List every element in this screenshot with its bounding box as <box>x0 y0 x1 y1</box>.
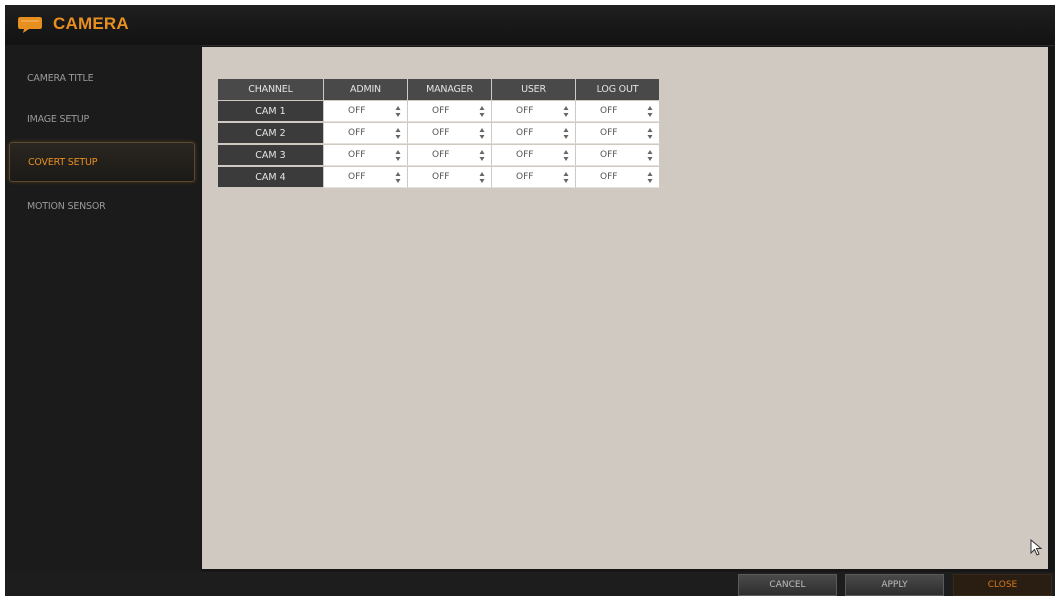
select-value: OFF <box>600 150 618 160</box>
spin-arrows-icon <box>647 106 653 117</box>
close-button[interactable]: CLOSE <box>953 574 1052 596</box>
log-out-select[interactable]: OFF <box>576 145 660 166</box>
channel-label: CAM 3 <box>218 145 324 166</box>
table-header: CHANNEL ADMIN MANAGER USER LOG OUT <box>218 79 660 101</box>
spin-arrows-icon <box>563 150 569 161</box>
manager-select[interactable]: OFF <box>408 145 492 166</box>
manager-select[interactable]: OFF <box>408 123 492 144</box>
spin-arrows-icon <box>647 150 653 161</box>
table-row: CAM 1 OFF OFF OFF OFF <box>218 101 660 123</box>
user-select[interactable]: OFF <box>492 101 576 122</box>
channel-label: CAM 2 <box>218 123 324 144</box>
admin-select[interactable]: OFF <box>324 145 408 166</box>
manager-select[interactable]: OFF <box>408 101 492 122</box>
spin-arrows-icon <box>395 106 401 117</box>
column-header-user: USER <box>492 79 576 100</box>
select-value: OFF <box>516 106 534 116</box>
select-value: OFF <box>432 106 450 116</box>
title-bar: CAMERA <box>5 5 1055 46</box>
select-value: OFF <box>516 150 534 160</box>
select-value: OFF <box>348 172 366 182</box>
user-select[interactable]: OFF <box>492 145 576 166</box>
log-out-select[interactable]: OFF <box>576 101 660 122</box>
select-value: OFF <box>432 128 450 138</box>
spin-arrows-icon <box>647 172 653 183</box>
spin-arrows-icon <box>563 172 569 183</box>
admin-select[interactable]: OFF <box>324 167 408 188</box>
select-value: OFF <box>600 128 618 138</box>
column-header-manager: MANAGER <box>408 79 492 100</box>
select-value: OFF <box>432 150 450 160</box>
user-select[interactable]: OFF <box>492 167 576 188</box>
covert-table: CHANNEL ADMIN MANAGER USER LOG OUT CAM 1… <box>218 79 660 189</box>
table-row: CAM 2 OFF OFF OFF OFF <box>218 123 660 145</box>
sidebar-item-motion-sensor[interactable]: MOTION SENSOR <box>9 187 195 227</box>
select-value: OFF <box>348 106 366 116</box>
spin-arrows-icon <box>647 128 653 139</box>
apply-button[interactable]: APPLY <box>845 574 944 596</box>
spin-arrows-icon <box>563 106 569 117</box>
spin-arrows-icon <box>479 150 485 161</box>
spin-arrows-icon <box>395 150 401 161</box>
spin-arrows-icon <box>395 172 401 183</box>
admin-select[interactable]: OFF <box>324 101 408 122</box>
select-value: OFF <box>516 128 534 138</box>
spin-arrows-icon <box>479 106 485 117</box>
content-panel: CHANNEL ADMIN MANAGER USER LOG OUT CAM 1… <box>202 47 1048 569</box>
column-header-channel: CHANNEL <box>218 79 324 100</box>
log-out-select[interactable]: OFF <box>576 167 660 188</box>
camera-window: CAMERA CAMERA TITLE IMAGE SETUP COVERT S… <box>5 5 1055 596</box>
sidebar: CAMERA TITLE IMAGE SETUP COVERT SETUP MO… <box>5 45 201 572</box>
select-value: OFF <box>348 128 366 138</box>
manager-select[interactable]: OFF <box>408 167 492 188</box>
spin-arrows-icon <box>479 172 485 183</box>
log-out-select[interactable]: OFF <box>576 123 660 144</box>
select-value: OFF <box>432 172 450 182</box>
column-header-log-out: LOG OUT <box>576 79 660 100</box>
select-value: OFF <box>348 150 366 160</box>
spin-arrows-icon <box>563 128 569 139</box>
spin-arrows-icon <box>479 128 485 139</box>
spin-arrows-icon <box>395 128 401 139</box>
table-row: CAM 3 OFF OFF OFF OFF <box>218 145 660 167</box>
admin-select[interactable]: OFF <box>324 123 408 144</box>
select-value: OFF <box>516 172 534 182</box>
chat-bubble-icon <box>18 17 42 33</box>
channel-label: CAM 1 <box>218 101 324 122</box>
column-header-admin: ADMIN <box>324 79 408 100</box>
table-row: CAM 4 OFF OFF OFF OFF <box>218 167 660 189</box>
channel-label: CAM 4 <box>218 167 324 188</box>
user-select[interactable]: OFF <box>492 123 576 144</box>
sidebar-item-camera-title[interactable]: CAMERA TITLE <box>9 59 195 99</box>
sidebar-item-covert-setup[interactable]: COVERT SETUP <box>9 142 195 182</box>
sidebar-item-image-setup[interactable]: IMAGE SETUP <box>9 100 195 140</box>
cancel-button[interactable]: CANCEL <box>738 574 837 596</box>
window-title: CAMERA <box>53 14 129 33</box>
select-value: OFF <box>600 172 618 182</box>
select-value: OFF <box>600 106 618 116</box>
mouse-cursor-icon <box>1030 539 1043 556</box>
